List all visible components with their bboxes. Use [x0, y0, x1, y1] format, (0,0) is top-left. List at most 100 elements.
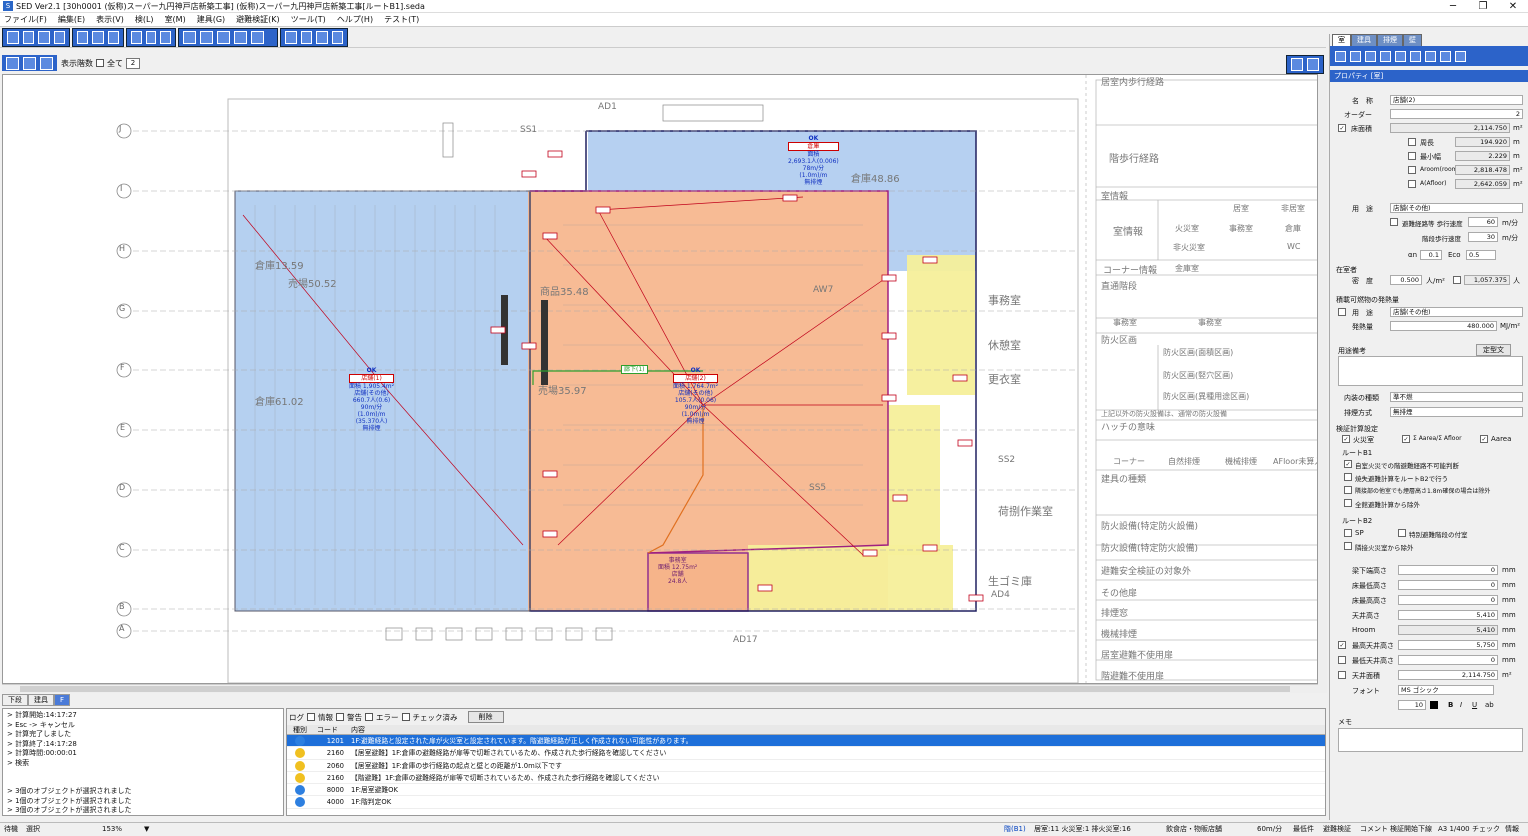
min-ceiling-checkbox[interactable] [1338, 656, 1346, 664]
message-row[interactable]: 2160 【階避難】1F:倉庫の避難経路が扉等で切断されているため、作成された歩… [287, 772, 1325, 785]
zoom-fit-icon[interactable] [131, 31, 142, 44]
memo-textarea[interactable] [1338, 728, 1523, 752]
status-f4[interactable]: 検証開始 [1390, 823, 1418, 836]
status-f1[interactable]: 最低件 [1293, 823, 1314, 836]
ceiling-area-input[interactable]: 2,114.750 [1398, 670, 1498, 680]
menu-fittings[interactable]: 建具(G) [197, 14, 225, 25]
strike-icon[interactable]: ab [1485, 701, 1494, 709]
calc-a-icon[interactable] [285, 31, 297, 44]
redo-icon[interactable] [92, 31, 104, 44]
underline-icon[interactable]: U [1472, 701, 1477, 709]
b1-option4-checkbox[interactable] [1344, 499, 1352, 507]
status-f7[interactable]: チェック [1472, 823, 1500, 836]
menu-help[interactable]: ヘルプ(H) [337, 14, 373, 25]
ceiling-area-checkbox[interactable] [1338, 671, 1346, 679]
room-copy-icon[interactable] [1410, 50, 1421, 62]
menu-edit[interactable]: 編集(E) [58, 14, 85, 25]
room-move-icon[interactable] [1395, 50, 1406, 62]
afloor-checkbox[interactable] [1408, 180, 1416, 188]
italic-icon[interactable]: I [1460, 701, 1462, 709]
status-f8[interactable]: 情報 [1505, 823, 1519, 836]
undo-icon[interactable] [77, 31, 89, 44]
calc-d-icon[interactable] [331, 31, 343, 44]
horizontal-scroll-thumb[interactable] [20, 686, 1290, 692]
all-floors-checkbox[interactable] [96, 59, 104, 67]
tab-wall[interactable]: 壁 [1403, 34, 1422, 46]
status-f3[interactable]: コメント [1360, 823, 1388, 836]
order-input[interactable]: 2 [1390, 109, 1523, 119]
warn-checkbox[interactable] [336, 713, 344, 721]
special-stair-checkbox[interactable] [1398, 529, 1406, 537]
layer-a-icon[interactable] [183, 31, 196, 44]
usage-select[interactable]: 店舗(その他) [1390, 203, 1523, 213]
drawing-canvas[interactable]: J I H G F E D C B A 商品35.48 売場50.52 倉庫61… [2, 74, 1318, 684]
layer-e-icon[interactable] [251, 31, 264, 44]
font-size-input[interactable]: 10 [1398, 700, 1426, 710]
corridor-checkbox[interactable] [1390, 218, 1398, 226]
menu-room[interactable]: 室(M) [165, 14, 186, 25]
b1-option2-checkbox[interactable] [1344, 473, 1352, 481]
calc-c-icon[interactable] [316, 31, 328, 44]
room-tag-store2[interactable]: OK 店舗(2) 面積 1,764.7m² 店舗(その他) 105.7人(0.0… [673, 367, 719, 425]
zoom-out-icon[interactable] [160, 31, 172, 44]
heat-input[interactable]: 480.000 [1390, 321, 1497, 331]
note-textarea[interactable] [1338, 356, 1523, 386]
message-row[interactable]: 4000 1F:階判定OK [287, 796, 1325, 809]
stair-speed-input[interactable]: 30 [1468, 232, 1498, 242]
close-button[interactable]: ✕ [1498, 1, 1528, 12]
open-file-icon[interactable] [22, 31, 34, 44]
layer-c-icon[interactable] [217, 31, 230, 44]
room-lock-icon[interactable] [1440, 50, 1451, 62]
save-file-icon[interactable] [38, 31, 50, 44]
menu-file[interactable]: ファイル(F) [4, 14, 47, 25]
status-f6[interactable]: A3 1/400 [1438, 823, 1470, 836]
interior-select[interactable]: 準不燃 [1390, 392, 1523, 402]
aroom-checkbox[interactable] [1408, 166, 1416, 174]
bold-icon[interactable]: B [1448, 701, 1453, 709]
max-ceiling-checkbox[interactable]: ✓ [1338, 641, 1346, 649]
tab-room[interactable]: 室 [1332, 34, 1351, 46]
room-draw-icon[interactable] [1335, 50, 1346, 62]
col-code[interactable]: コード [313, 725, 347, 734]
menu-tools[interactable]: ツール(T) [291, 14, 326, 25]
room-delete-icon[interactable] [1455, 50, 1466, 62]
copy-icon[interactable] [107, 31, 119, 44]
alpha-select[interactable]: 0.1 [1420, 250, 1442, 260]
corridor-tag[interactable]: 廊下(1) [621, 365, 648, 374]
maximize-button[interactable]: ❐ [1468, 1, 1498, 12]
menu-view[interactable]: 表示(V) [96, 14, 124, 25]
room-edit-icon[interactable] [1350, 50, 1361, 62]
export-icon[interactable] [53, 31, 65, 44]
menu-test[interactable]: テスト(T) [384, 14, 419, 25]
calc-b-icon[interactable] [300, 31, 312, 44]
height-input-3[interactable]: 0 [1398, 595, 1498, 605]
tab-fittings[interactable]: 建具 [28, 694, 54, 706]
corridor-speed-input[interactable]: 60 [1468, 217, 1498, 227]
room-tag-office[interactable]: 事務室 面積 12.75m² 店舗 24.8人 [658, 557, 697, 585]
room-split-icon[interactable] [1365, 50, 1376, 62]
zoom-dropdown-icon[interactable]: ▼ [144, 823, 149, 836]
min-width-checkbox[interactable] [1408, 152, 1416, 160]
height-input-7[interactable]: 0 [1398, 655, 1498, 665]
height-input-6[interactable]: 5,750 [1398, 640, 1498, 650]
font-select[interactable]: MS ゴシック [1398, 685, 1494, 695]
room-tag-store1[interactable]: OK 店舗(1) 面積 1,905.4m² 店舗(その他) 660.7人(0.6… [349, 367, 395, 432]
new-file-icon[interactable] [7, 31, 19, 44]
eco-select[interactable]: 0.5 [1466, 250, 1496, 260]
b1-option1-checkbox[interactable]: ✓ [1344, 460, 1352, 468]
smoke-select[interactable]: 無排煙 [1390, 407, 1523, 417]
tab-door[interactable]: 建具 [1351, 34, 1377, 46]
height-input-4[interactable]: 5,410 [1398, 610, 1498, 620]
view-a-icon[interactable] [6, 56, 19, 70]
fuel-usage-select[interactable]: 店舗(その他) [1390, 307, 1523, 317]
col-content[interactable]: 内容 [347, 725, 1325, 734]
message-row[interactable]: 2160 【居室避難】1F:倉庫の避難経路が扉等で切断されているため、作成された… [287, 747, 1325, 760]
status-zoom[interactable]: 153% [102, 823, 122, 836]
message-row[interactable]: 8000 1F:居室避難OK [287, 784, 1325, 797]
room-merge-icon[interactable] [1380, 50, 1391, 62]
sp-checkbox[interactable] [1344, 529, 1352, 537]
floor-area-checkbox[interactable]: ✓ [1338, 124, 1346, 132]
message-row[interactable]: 2060 【居室避難】1F:倉庫の歩行経路の起点と壁との距離が1.0m以下です [287, 760, 1325, 772]
layer-b-icon[interactable] [200, 31, 213, 44]
minimize-button[interactable]: ─ [1438, 1, 1468, 12]
